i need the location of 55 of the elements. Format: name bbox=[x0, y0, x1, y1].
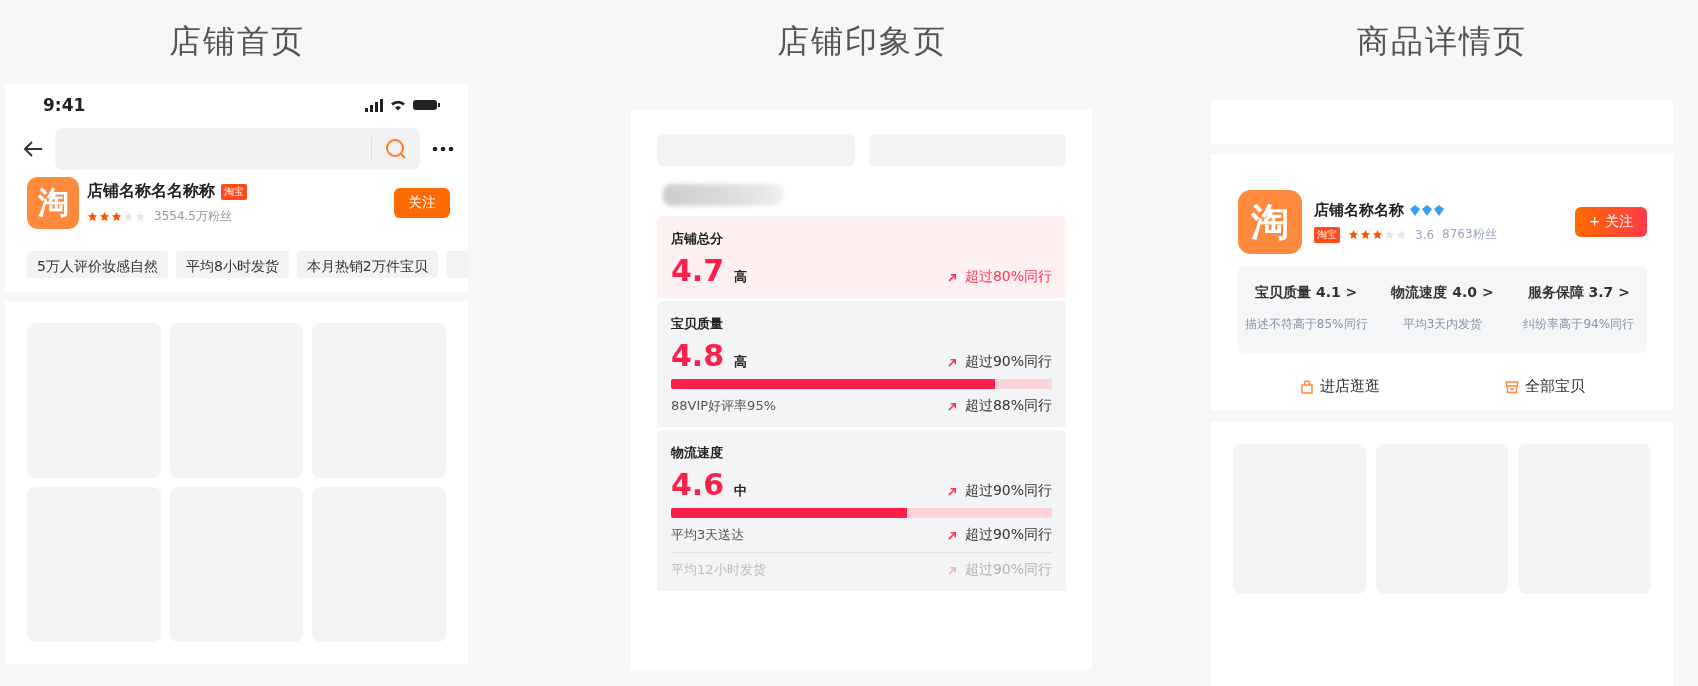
trend-up-icon bbox=[947, 357, 957, 367]
search-field[interactable] bbox=[55, 127, 420, 170]
score-label: 宝贝质量 bbox=[671, 315, 724, 333]
tag-chip: 本月热销2万件宝贝 bbox=[296, 251, 438, 279]
score-grade: 中 bbox=[734, 482, 748, 500]
shop-name: 店铺名称名名称称 bbox=[87, 181, 215, 203]
rating-value: 3.6 bbox=[1415, 227, 1435, 242]
status-time: 9:41 bbox=[43, 95, 86, 116]
tag-chip: 5万人评价妆感自然 bbox=[27, 251, 168, 279]
peer-comparison: 超过90%同行 bbox=[964, 482, 1052, 500]
trend-up-icon bbox=[947, 272, 957, 282]
peer-comparison: 超过90%同行 bbox=[964, 526, 1052, 544]
shop-logo: 淘 bbox=[27, 177, 79, 230]
metric-link[interactable]: 物流速度 4.0 > bbox=[1391, 284, 1494, 302]
peer-comparison: 超过88%同行 bbox=[964, 397, 1052, 415]
score-value: 4.7 bbox=[671, 256, 725, 286]
trend-up-icon bbox=[947, 401, 957, 411]
detail-text: 88VIP好评率95% bbox=[671, 397, 776, 415]
score-value: 4.8 bbox=[671, 341, 725, 371]
metric-link[interactable]: 服务保障 3.7 > bbox=[1527, 284, 1630, 302]
fan-count: 3554.5万粉丝 bbox=[154, 208, 232, 226]
score-grade: 高 bbox=[734, 268, 748, 286]
store-icon bbox=[1504, 379, 1519, 394]
metric-note: 平均3天内发货 bbox=[1402, 316, 1483, 333]
section-title: 店铺首页 bbox=[167, 21, 306, 62]
more-icon[interactable] bbox=[432, 145, 454, 152]
bag-icon bbox=[1300, 379, 1315, 394]
wifi-icon bbox=[390, 99, 406, 112]
platform-tag: 淘宝 bbox=[221, 183, 247, 200]
signal-icon bbox=[365, 98, 383, 112]
peer-comparison: 超过90%同行 bbox=[964, 353, 1052, 371]
shop-action-link[interactable]: 进店逛逛 bbox=[1300, 377, 1381, 396]
trend-up-icon bbox=[947, 565, 957, 575]
battery-icon bbox=[413, 100, 440, 111]
tag-chip: 平均8小时发货 bbox=[175, 251, 289, 279]
shop-name: 店铺名称名称 bbox=[1314, 201, 1404, 220]
platform-tag: 淘宝 bbox=[1314, 226, 1340, 243]
detail-text: 平均3天送达 bbox=[671, 526, 745, 544]
score-label: 物流速度 bbox=[671, 444, 724, 462]
shop-logo: 淘 bbox=[1238, 190, 1302, 254]
fan-count: 8763粉丝 bbox=[1442, 226, 1497, 243]
metric-link[interactable]: 宝贝质量 4.1 > bbox=[1255, 284, 1358, 302]
trend-up-icon bbox=[947, 530, 957, 540]
metric-note: 纠纷率高于94%同行 bbox=[1523, 316, 1635, 333]
diamond-badges-icon bbox=[1410, 205, 1446, 216]
back-icon[interactable] bbox=[23, 139, 43, 158]
shop-action-link[interactable]: 全部宝贝 bbox=[1504, 377, 1585, 396]
trend-up-icon bbox=[947, 486, 957, 496]
peer-comparison: 超过80%同行 bbox=[964, 268, 1052, 286]
score-label: 店铺总分 bbox=[671, 230, 724, 248]
section-title: 店铺印象页 bbox=[775, 21, 948, 62]
section-title: 商品详情页 bbox=[1356, 21, 1528, 62]
score-value: 4.6 bbox=[671, 470, 725, 500]
score-grade: 高 bbox=[734, 353, 748, 371]
metric-note: 描述不符高于85%同行 bbox=[1244, 316, 1368, 333]
